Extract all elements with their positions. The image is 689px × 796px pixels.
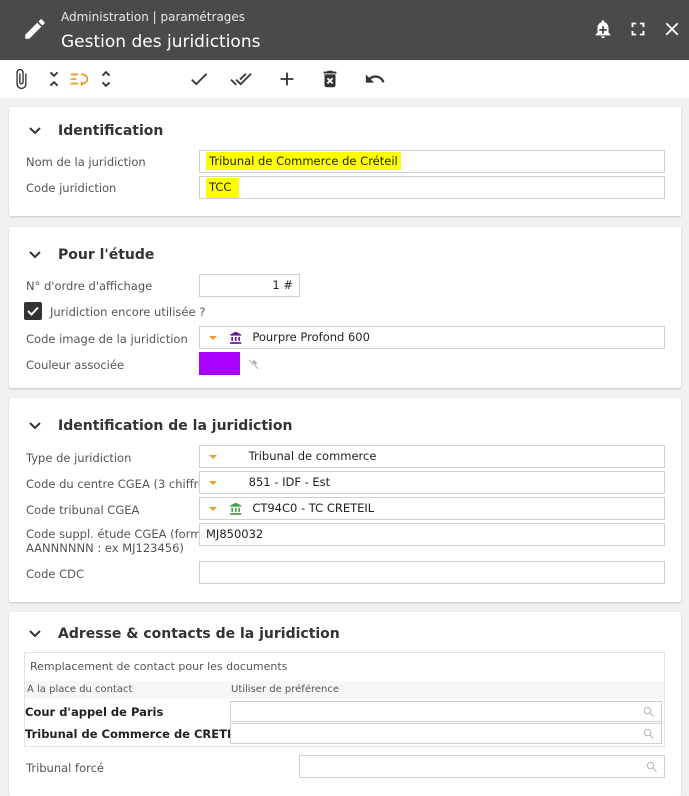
type-select[interactable]: Tribunal de commerce (199, 445, 665, 468)
cdc-field[interactable] (199, 561, 665, 584)
add-icon[interactable] (276, 68, 298, 90)
card-identification: Identification Nom de la juridiction Tri… (9, 107, 681, 216)
suppl-field[interactable]: MJ850032 (199, 523, 665, 546)
app-header: Administration | paramétrages Gestion de… (0, 0, 689, 60)
col-utiliser: Utiliser de préférence (231, 684, 340, 695)
close-icon[interactable] (661, 18, 683, 40)
centre-select[interactable]: 851 - IDF - Est (199, 471, 665, 494)
code-field[interactable]: TCC (199, 176, 665, 199)
chevron-down-icon[interactable] (28, 126, 42, 136)
color-swatch[interactable] (199, 352, 240, 375)
nom-label: Nom de la juridiction (26, 155, 146, 169)
fullscreen-icon[interactable] (627, 18, 649, 40)
dropdown-arrow-icon (209, 506, 217, 511)
bank-icon (229, 331, 241, 344)
dropdown-arrow-icon (209, 335, 217, 340)
dropdown-arrow-icon (209, 480, 217, 485)
undo-icon[interactable] (364, 68, 386, 90)
tribunal-label: Code tribunal CGEA (26, 503, 140, 517)
delete-icon[interactable] (319, 68, 341, 90)
card-adresse: Adresse & contacts de la juridiction Rem… (9, 612, 681, 796)
ordre-label: N° d'ordre d'affichage (26, 279, 153, 293)
check-icon[interactable] (188, 68, 210, 90)
card-ident-juridiction: Identification de la juridiction Type de… (9, 398, 681, 602)
section-title: Identification de la juridiction (58, 418, 293, 434)
cdc-label: Code CDC (26, 567, 85, 581)
encore-label: Juridiction encore utilisée ? (50, 305, 206, 319)
force-label: Tribunal forcé (26, 761, 104, 775)
remplacement-panel: Remplacement de contact pour les documen… (24, 652, 665, 747)
dropdown-arrow-icon (209, 454, 217, 459)
type-label: Type de juridiction (26, 451, 132, 465)
col-place: A la place du contact (27, 684, 133, 695)
pencil-icon (25, 19, 45, 39)
bank-icon (229, 502, 241, 515)
remplacement-title: Remplacement de contact pour les documen… (30, 660, 288, 673)
chevron-down-icon[interactable] (28, 421, 42, 431)
sort-icon[interactable] (68, 68, 90, 90)
code-label: Code juridiction (26, 181, 117, 195)
double-check-icon[interactable] (230, 68, 252, 90)
row-contact-field[interactable] (230, 723, 662, 744)
paperclip-icon[interactable] (10, 68, 32, 90)
color-clear-icon[interactable] (248, 358, 260, 370)
search-icon[interactable] (642, 727, 656, 741)
chevron-down-icon[interactable] (28, 250, 42, 260)
ordre-field[interactable]: 1 # (199, 274, 300, 297)
search-icon[interactable] (642, 705, 656, 719)
checkbox-checked-icon[interactable] (24, 302, 42, 320)
add-alert-icon[interactable] (592, 18, 614, 40)
row-contact-field[interactable] (230, 701, 662, 722)
search-icon[interactable] (645, 760, 659, 774)
section-title: Adresse & contacts de la juridiction (58, 626, 340, 642)
nom-field[interactable]: Tribunal de Commerce de Créteil (199, 150, 665, 173)
card-etude: Pour l'étude N° d'ordre d'affichage 1 # … (9, 227, 681, 388)
page-title: Gestion des juridictions (61, 32, 261, 52)
image-select[interactable]: Pourpre Profond 600 (199, 326, 665, 349)
section-title: Identification (58, 123, 164, 139)
suppl-label: Code suppl. étude CGEA (format AANNNNNN … (26, 527, 213, 555)
section-title: Pour l'étude (58, 247, 155, 263)
image-label: Code image de la juridiction (26, 332, 188, 346)
tribunal-force-field[interactable] (299, 755, 665, 778)
table-row-label: Tribunal de Commerce de CRETEIL (25, 727, 247, 741)
expand-icon[interactable] (95, 68, 117, 90)
centre-label: Code du centre CGEA (3 chiffres) (26, 477, 216, 491)
table-header: A la place du contact Utiliser de préfér… (25, 681, 664, 699)
toolbar (0, 60, 689, 98)
tribunal-select[interactable]: CT94C0 - TC CRETEIL (199, 497, 665, 520)
couleur-label: Couleur associée (26, 358, 125, 372)
chevron-down-icon[interactable] (28, 629, 42, 639)
collapse-all-icon[interactable] (43, 68, 65, 90)
table-row-label: Cour d'appel de Paris (25, 705, 164, 719)
breadcrumb: Administration | paramétrages (61, 10, 246, 24)
